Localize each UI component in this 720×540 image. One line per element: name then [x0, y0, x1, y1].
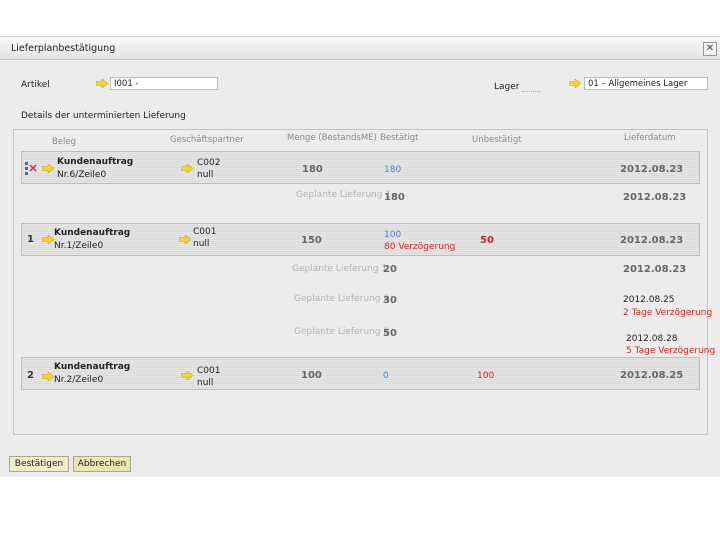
row-date: 2012.08.23 [620, 235, 684, 246]
close-button[interactable]: ✕ [703, 42, 717, 56]
col-header-partner: Geschäftspartner [170, 135, 244, 145]
row-confirmed: 0 [383, 371, 389, 381]
row-number: 1 [27, 234, 34, 245]
col-header-menge: Menge (BestandsME) [287, 133, 377, 143]
planned-date: 2012.08.25 [623, 295, 675, 305]
row-doc-type: Kundenauftrag [54, 228, 131, 238]
col-header-unbestaetigt: Unbestätigt [472, 135, 522, 145]
row-date: 2012.08.23 [620, 164, 684, 175]
artikel-label: Artikel [21, 80, 50, 90]
lager-field[interactable]: 01 – Allgemeines Lager [584, 77, 708, 90]
arrow-right-icon[interactable] [181, 371, 193, 380]
section-title: Details der unterminierten Lieferung [21, 111, 186, 121]
row-doc-type: Kundenauftrag [57, 157, 134, 167]
arrow-right-icon[interactable] [96, 79, 108, 88]
row-doc-number: Nr.6/Zeile0 [57, 170, 107, 180]
planned-delay: 2 Tage Verzögerung [623, 308, 713, 318]
row-partner: C001 [193, 227, 217, 237]
dialog-titlebar: Lieferplanbestätigung ✕ [0, 37, 720, 60]
row-confirmed: 100 [384, 230, 402, 240]
row-number: 2 [27, 370, 34, 381]
lager-dotted-line [522, 91, 540, 92]
confirm-button[interactable]: Bestätigen [9, 456, 69, 472]
dialog-window: Lieferplanbestätigung ✕ Artikel I001 - L… [0, 36, 720, 477]
planned-qty: 20 [383, 264, 397, 275]
lager-label: Lager [494, 82, 520, 92]
row-date: 2012.08.25 [620, 370, 684, 381]
row-doc-type: Kundenauftrag [54, 362, 131, 372]
planned-label: Geplante Lieferung 1 [296, 190, 392, 200]
row-partner: C002 [197, 158, 221, 168]
split-icon[interactable] [24, 161, 38, 175]
planned-delay: 5 Tage Verzögerung [626, 346, 716, 356]
planned-qty: 30 [383, 295, 397, 306]
row-partner-sub: null [197, 378, 214, 388]
row-doc-number: Nr.1/Zeile0 [54, 241, 104, 251]
row-qty: 100 [301, 370, 322, 381]
row-delay: 80 Verzögerung [384, 242, 456, 252]
row-doc-number: Nr.2/Zeile0 [54, 375, 104, 385]
col-header-bestaetigt: Bestätigt [380, 133, 419, 143]
arrow-right-icon[interactable] [42, 235, 54, 244]
close-icon: ✕ [705, 43, 715, 54]
planned-qty: 180 [384, 192, 405, 203]
cancel-button[interactable]: Abbrechen [73, 456, 131, 472]
row-partner: C001 [197, 366, 221, 376]
planned-label: Geplante Lieferung 3 [294, 327, 390, 337]
artikel-field[interactable]: I001 - [110, 77, 218, 90]
dialog-title: Lieferplanbestätigung [11, 43, 116, 54]
planned-label: Geplante Lieferung 2 [294, 294, 390, 304]
row-partner-sub: null [193, 239, 210, 249]
row-unconfirmed: 100 [477, 371, 495, 381]
row-qty: 180 [302, 164, 323, 175]
arrow-right-icon[interactable] [179, 235, 191, 244]
planned-qty: 50 [383, 328, 397, 339]
planned-date: 2012.08.23 [623, 264, 687, 275]
arrow-right-icon[interactable] [42, 164, 54, 173]
arrow-right-icon[interactable] [42, 372, 54, 381]
arrow-right-icon[interactable] [569, 79, 581, 88]
col-header-beleg: Beleg [52, 137, 77, 147]
row-partner-sub: null [197, 170, 214, 180]
planned-label: Geplante Lieferung 1 [292, 264, 388, 274]
arrow-right-icon[interactable] [181, 164, 193, 173]
col-header-lieferdatum: Lieferdatum [624, 133, 676, 143]
row-confirmed: 180 [384, 165, 402, 175]
table-row[interactable] [21, 151, 700, 184]
planned-date: 2012.08.28 [626, 334, 678, 344]
planned-date: 2012.08.23 [623, 192, 687, 203]
row-qty: 150 [301, 235, 322, 246]
row-unconfirmed: 50 [480, 235, 494, 246]
